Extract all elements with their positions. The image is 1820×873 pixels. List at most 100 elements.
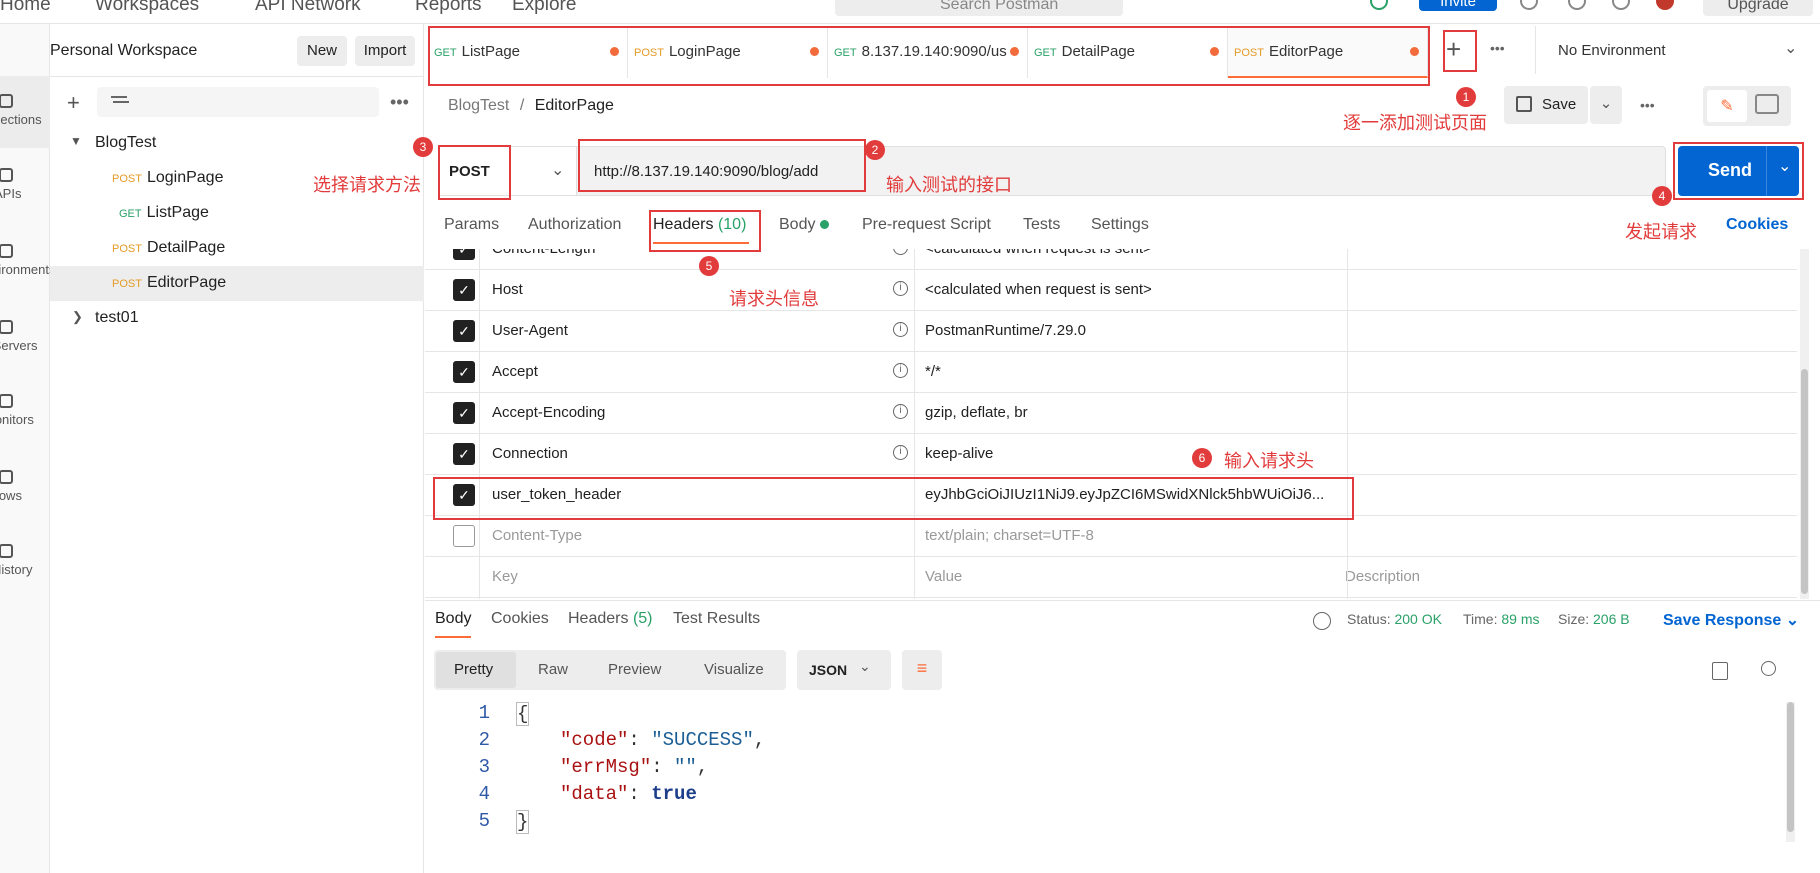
view-mode-toggle: ✎ — [1703, 86, 1791, 126]
tree-request-editorpage[interactable]: POST EditorPage — [50, 266, 424, 301]
globe-icon[interactable] — [1313, 612, 1331, 630]
tab-body[interactable]: Body — [779, 216, 829, 234]
info-icon[interactable]: i — [893, 404, 908, 419]
nav-explore[interactable]: Explore — [512, 0, 576, 16]
save-dropdown-chevron-icon[interactable]: ⌄ — [1590, 86, 1622, 124]
scrollbar-thumb[interactable] — [1801, 369, 1808, 594]
request-more-icon[interactable]: ••• — [1640, 97, 1655, 113]
unsaved-dot-icon — [1410, 47, 1419, 56]
tab-headers[interactable]: Headers (10) — [653, 216, 746, 234]
edit-pencil-icon[interactable]: ✎ — [1707, 90, 1747, 122]
checkbox[interactable]: ✓ — [453, 402, 475, 424]
view-tab-pretty[interactable]: Pretty — [436, 652, 516, 688]
filter-icon[interactable] — [111, 96, 127, 98]
tab-us-request[interactable]: GET 8.137.19.140:9090/us — [828, 26, 1028, 78]
header-key-input[interactable]: user_token_header — [492, 486, 621, 503]
new-tab-plus-icon[interactable]: + — [1446, 34, 1461, 65]
tab-loginpage[interactable]: POST LoginPage — [628, 26, 828, 78]
value-input[interactable]: Value — [925, 568, 1345, 585]
search-icon[interactable] — [1761, 661, 1776, 676]
view-tab-preview[interactable]: Preview — [608, 661, 661, 678]
table-row: ✓ Accept i */* — [425, 352, 1797, 393]
rail-monitors[interactable]: Monitors — [0, 390, 50, 427]
rail-environments[interactable]: Environments — [0, 240, 50, 277]
checkbox[interactable]: ✓ — [453, 361, 475, 383]
settings-icon[interactable] — [1568, 0, 1586, 10]
send-button[interactable]: Send ⌄ — [1678, 146, 1799, 196]
annotation-text-5: 请求头信息 — [729, 289, 819, 309]
send-dropdown-chevron-icon[interactable]: ⌄ — [1778, 156, 1791, 176]
new-button[interactable]: New — [297, 36, 347, 66]
info-icon[interactable]: i — [893, 363, 908, 378]
notifications-icon[interactable] — [1612, 0, 1630, 10]
sidebar-search-input[interactable] — [97, 87, 379, 117]
view-tab-visualize[interactable]: Visualize — [704, 661, 764, 678]
checkbox[interactable]: ✓ — [453, 320, 475, 342]
collections-sidebar: Personal Workspace New Import + ••• ▼ Bl… — [50, 24, 424, 873]
rail-mock-servers[interactable]: Mock Servers — [0, 316, 50, 353]
rail-flows[interactable]: Flows — [0, 466, 50, 503]
invite-button[interactable]: Invite — [1419, 0, 1497, 11]
satellite-icon[interactable] — [1520, 0, 1538, 10]
info-icon[interactable]: i — [893, 281, 908, 296]
wrap-lines-icon[interactable]: ≡ — [902, 650, 942, 690]
response-tab-cookies[interactable]: Cookies — [491, 610, 549, 628]
comments-icon[interactable] — [1755, 94, 1779, 114]
sync-icon[interactable] — [1370, 0, 1388, 10]
import-button[interactable]: Import — [355, 36, 415, 66]
save-button[interactable]: Save — [1504, 86, 1588, 124]
nav-workspaces[interactable]: Workspaces — [95, 0, 199, 16]
tab-authorization[interactable]: Authorization — [528, 216, 621, 234]
global-search-input[interactable]: Search Postman — [835, 0, 1123, 16]
key-input[interactable]: Key — [492, 568, 518, 585]
url-input[interactable]: http://8.137.19.140:9090/blog/add — [594, 163, 818, 180]
response-tab-body[interactable]: Body — [435, 610, 471, 628]
checkbox[interactable]: ✓ — [453, 443, 475, 465]
tab-prerequest-script[interactable]: Pre-request Script — [862, 216, 991, 234]
view-tab-raw[interactable]: Raw — [538, 661, 568, 678]
tree-collection-blogtest[interactable]: ▼ BlogTest — [50, 126, 424, 161]
tree-collection-test01[interactable]: ❯ test01 — [50, 301, 424, 336]
info-icon[interactable]: i — [893, 249, 908, 255]
add-collection-icon[interactable]: + — [67, 90, 80, 116]
tab-listpage[interactable]: GET ListPage — [428, 26, 628, 78]
flows-icon — [0, 470, 13, 484]
response-tab-headers[interactable]: Headers (5) — [568, 610, 653, 628]
description-input[interactable]: Description — [1345, 568, 1420, 585]
more-options-icon[interactable]: ••• — [390, 92, 409, 113]
headers-scrollbar[interactable] — [1800, 249, 1809, 599]
rail-collections[interactable]: Collections — [0, 76, 50, 148]
tab-params[interactable]: Params — [444, 216, 499, 234]
response-scrollbar[interactable] — [1786, 702, 1795, 842]
rail-history[interactable]: History — [0, 540, 50, 577]
annotation-text-1: 逐一添加测试页面 — [1343, 113, 1487, 133]
nav-home[interactable]: Home — [0, 0, 51, 16]
tabs-more-icon[interactable]: ••• — [1490, 40, 1505, 56]
tree-request-listpage[interactable]: GET ListPage — [50, 196, 424, 231]
tab-tests[interactable]: Tests — [1023, 216, 1060, 234]
header-value-input[interactable]: eyJhbGciOiJIUzI1NiJ9.eyJpZCI6MSwidXNlck5… — [925, 486, 1345, 503]
checkbox[interactable] — [453, 525, 475, 547]
info-icon[interactable]: i — [893, 322, 908, 337]
upgrade-button[interactable]: Upgrade — [1703, 0, 1813, 16]
method-select[interactable]: POST ⌄ — [439, 147, 577, 195]
environment-select[interactable]: No Environment ⌄ — [1535, 26, 1820, 74]
avatar[interactable] — [1656, 0, 1674, 10]
copy-icon[interactable] — [1712, 662, 1728, 680]
tab-editorpage[interactable]: POST EditorPage — [1228, 26, 1428, 78]
save-response-button[interactable]: Save Response ⌄ — [1663, 610, 1799, 630]
response-tab-test-results[interactable]: Test Results — [673, 610, 760, 628]
tree-request-detailpage[interactable]: POST DetailPage — [50, 231, 424, 266]
tab-detailpage[interactable]: GET DetailPage — [1028, 26, 1228, 78]
checkbox[interactable]: ✓ — [453, 249, 475, 260]
nav-reports[interactable]: Reports — [415, 0, 482, 16]
format-select[interactable]: JSON ⌄ — [797, 650, 891, 690]
cookies-link[interactable]: Cookies — [1726, 216, 1788, 234]
scrollbar-thumb[interactable] — [1787, 702, 1794, 832]
nav-api-network[interactable]: API Network — [255, 0, 361, 16]
checkbox[interactable]: ✓ — [453, 279, 475, 301]
rail-apis[interactable]: APIs — [0, 164, 50, 201]
info-icon[interactable]: i — [893, 445, 908, 460]
tab-settings[interactable]: Settings — [1091, 216, 1149, 234]
checkbox[interactable]: ✓ — [453, 484, 475, 506]
